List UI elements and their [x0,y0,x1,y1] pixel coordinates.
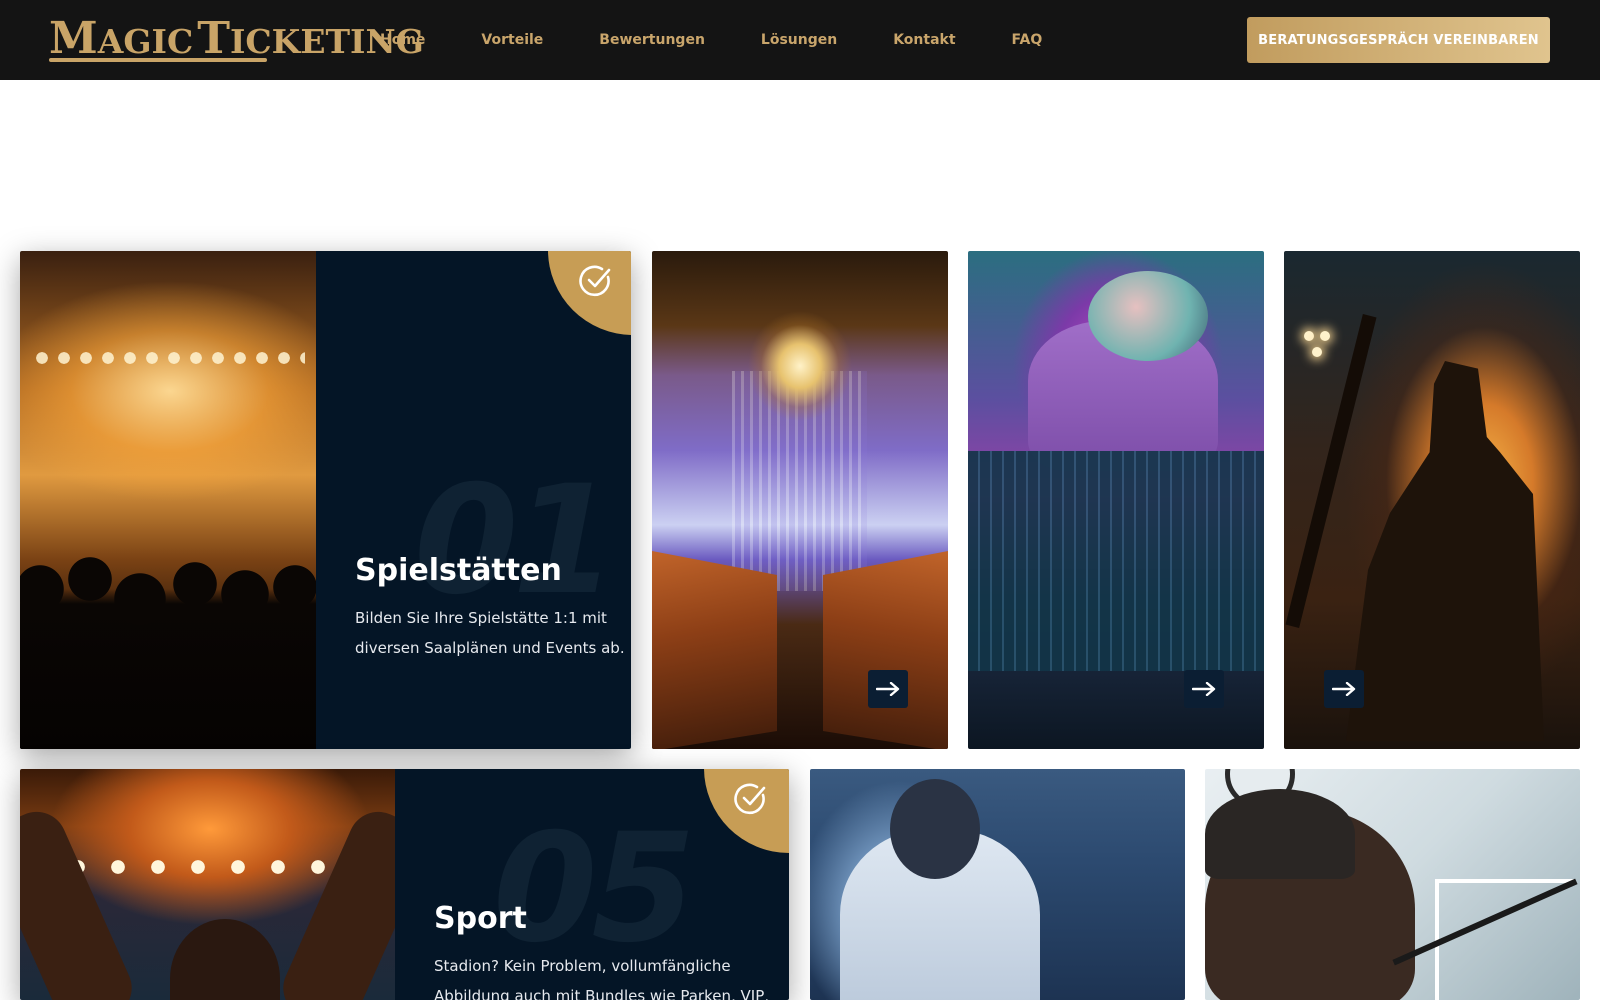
card-arrow-button[interactable] [1324,670,1364,708]
arrow-right-icon [1192,682,1216,696]
crowd-silhouette [20,509,316,749]
card-description: Bilden Sie Ihre Spielstätte 1:1 mit dive… [355,609,625,657]
guitar-neck [1285,314,1377,628]
beanie [1205,789,1355,879]
speaker-head [890,779,980,879]
card-arrow-button[interactable] [868,670,908,708]
nav-faq[interactable]: FAQ [1012,28,1043,52]
card-info-panel: 05 Sport Stadion? Kein Problem, vollumfä… [395,769,789,1000]
nav-kontakt[interactable]: Kontakt [893,28,955,52]
solution-card-sport[interactable]: 05 Sport Stadion? Kein Problem, vollumfä… [20,769,789,1000]
concert-crowd-image [20,251,316,749]
nav-bewertungen[interactable]: Bewertungen [599,28,705,52]
card-arrow-button[interactable] [1184,670,1224,708]
main-nav: Home Vorteile Bewertungen Lösungen Konta… [380,28,1042,52]
top-navbar: M AGIC T ICKETING Home Vorteile Bewertunge… [0,0,1600,80]
dj-head [1088,271,1208,361]
shelf [1435,879,1575,1000]
solution-card-event-hall[interactable] [652,251,948,749]
card-description: Stadion? Kein Problem, vollumfängliche A… [434,957,770,1000]
solution-card-club[interactable] [968,251,1264,749]
stadium-image [20,769,437,1000]
nav-vorteile[interactable]: Vorteile [481,28,543,52]
nav-loesungen[interactable]: Lösungen [761,28,837,52]
stage-lights [35,351,305,365]
card-number: 05 [493,802,696,976]
card-title: Sport [434,901,527,936]
fan-silhouette [170,919,280,1000]
arrow-right-icon [1332,682,1356,696]
solution-card-spielstaetten[interactable]: 01 Spielstätten Bilden Sie Ihre Spielstä… [20,251,631,749]
dj-deck [968,451,1264,671]
solution-card-conference[interactable] [810,769,1185,1000]
solution-card-concert[interactable] [1284,251,1580,749]
stage-spot [1320,331,1330,341]
table-right [823,551,948,749]
check-circle-icon [579,265,611,297]
card-title: Spielstätten [355,553,562,588]
studio-image [1205,769,1580,1000]
nav-home[interactable]: Home [380,28,425,52]
check-circle-icon [734,783,766,815]
stage-spot [1304,331,1314,341]
table-left [652,551,777,749]
stage-spot [1312,347,1322,357]
card-info-panel: 01 Spielstätten Bilden Sie Ihre Spielstä… [316,251,631,749]
chandelier [748,311,852,421]
speaker-image [810,769,1185,1000]
book-consultation-button[interactable]: BERATUNGSGESPRÄCH VEREINBAREN [1247,17,1550,63]
solution-card-studio[interactable] [1205,769,1580,1000]
fan-arm-left [20,802,142,1000]
card-number: 01 [414,454,617,628]
logo-underline [49,58,267,62]
arrow-right-icon [876,682,900,696]
